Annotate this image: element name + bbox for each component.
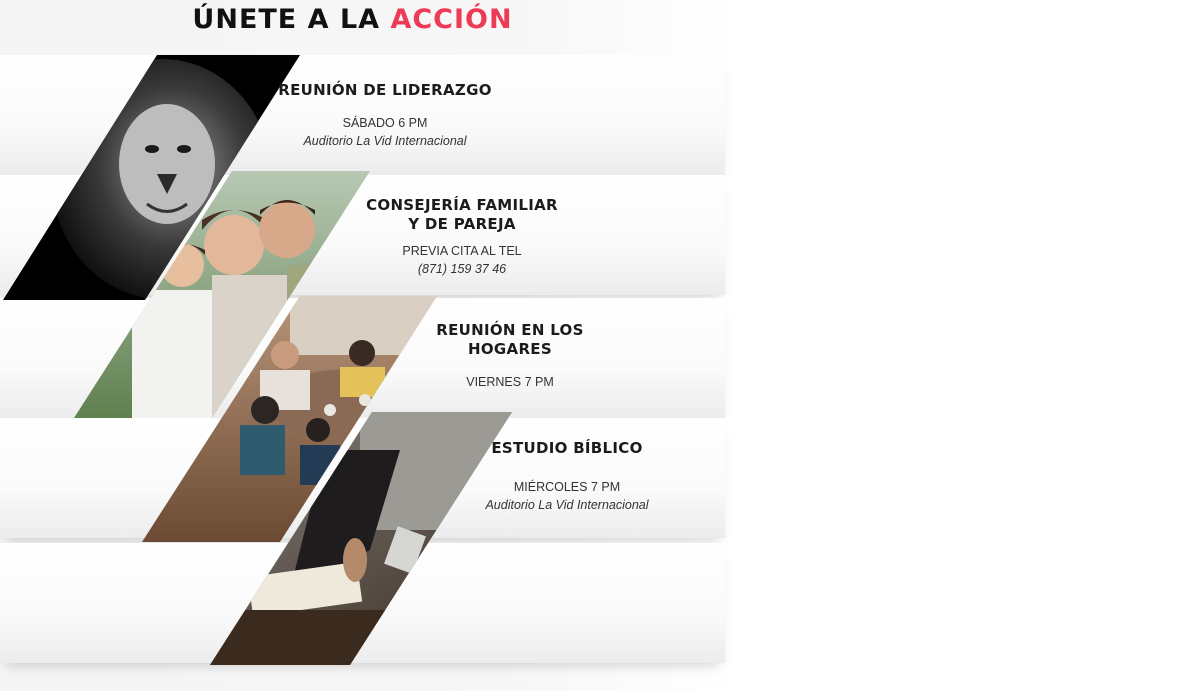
event-title-2: CONSEJERÍA FAMILIAR Y DE PAREJA: [366, 196, 558, 233]
event-card-3: REUNIÓN EN LOS HOGARES VIERNES 7 PM: [375, 321, 645, 391]
event-card-2: CONSEJERÍA FAMILIAR Y DE PAREJA PREVIA C…: [327, 196, 597, 278]
event-title-4: ESTUDIO BÍBLICO: [491, 439, 643, 457]
event-place-1: Auditorio La Vid Internacional: [303, 134, 467, 148]
page-title: ÚNETE A LA ACCIÓN: [0, 4, 705, 35]
event-time-4: MIÉRCOLES 7 PM: [513, 480, 621, 494]
event-time-2: PREVIA CITA AL TEL: [402, 244, 522, 258]
event-phone-2: (871) 159 37 46: [417, 262, 507, 276]
event-card-4: ESTUDIO BÍBLICO MIÉRCOLES 7 PM Auditorio…: [432, 439, 702, 514]
event-title-1: REUNIÓN DE LIDERAZGO: [278, 81, 492, 99]
title-prefix: ÚNETE A LA: [192, 4, 381, 35]
title-accent: ACCIÓN: [390, 4, 513, 35]
page: ÚNETE A LA ACCIÓN REUNIÓN DE LIDERAZGO S…: [0, 0, 1200, 691]
event-title-3: REUNIÓN EN LOS HOGARES: [436, 321, 584, 358]
event-card-1: REUNIÓN DE LIDERAZGO SÁBADO 6 PM Auditor…: [250, 81, 520, 150]
event-time-1: SÁBADO 6 PM: [342, 116, 428, 130]
event-time-3: VIERNES 7 PM: [466, 375, 554, 389]
event-place-4: Auditorio La Vid Internacional: [485, 498, 649, 512]
